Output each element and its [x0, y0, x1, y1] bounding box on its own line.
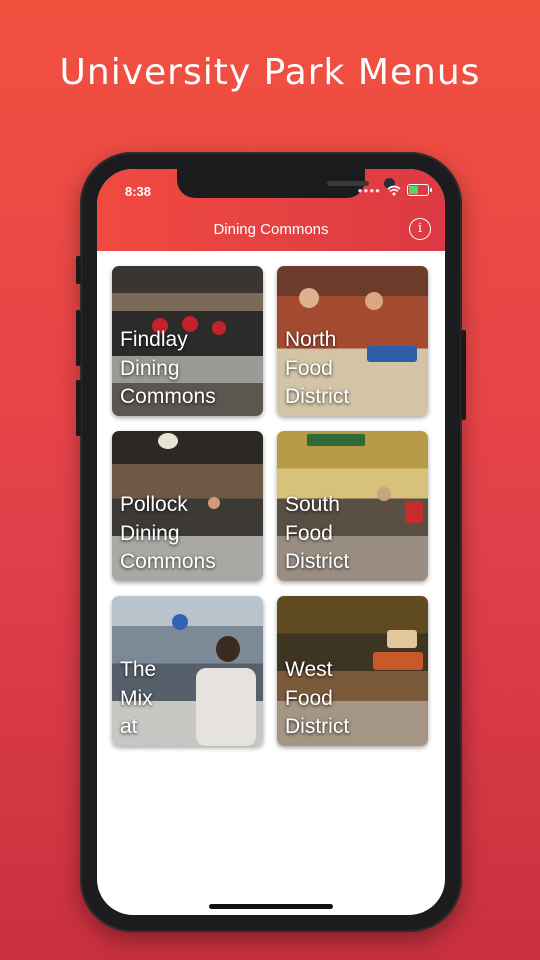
mute-switch — [76, 256, 81, 284]
navigation-bar: 8:38 ●●●● Dining Commons i — [97, 169, 445, 251]
wifi-icon — [387, 185, 401, 195]
app-screen: 8:38 ●●●● Dining Commons i Findlay Dinin… — [97, 169, 445, 915]
tile-south-food-district[interactable]: South Food District — [277, 431, 428, 581]
tile-findlay-dining-commons[interactable]: Findlay Dining Commons — [112, 266, 263, 416]
phone-frame: 8:38 ●●●● Dining Commons i Findlay Dinin… — [76, 152, 466, 932]
promo-headline: University Park Menus — [59, 52, 481, 93]
info-button[interactable]: i — [409, 218, 431, 240]
tile-west-food-district[interactable]: West Food District — [277, 596, 428, 746]
power-button — [461, 330, 466, 420]
home-indicator[interactable] — [209, 904, 333, 909]
nav-title: Dining Commons — [213, 221, 329, 238]
tile-pollock-dining-commons[interactable]: Pollock Dining Commons — [112, 431, 263, 581]
signal-icon: ●●●● — [357, 185, 381, 195]
dining-location-grid: Findlay Dining Commons North Food Distri… — [112, 266, 430, 746]
device-notch — [177, 169, 395, 198]
tile-label: Pollock Dining Commons — [120, 493, 216, 573]
volume-up-button — [76, 310, 81, 366]
tile-label: The Mix at Pollock — [120, 658, 188, 746]
tile-label: South Food District — [285, 493, 350, 573]
tile-label: West Food District — [285, 658, 350, 738]
status-icons: ●●●● — [357, 184, 432, 196]
battery-charging-icon — [407, 184, 432, 196]
status-time: 8:38 — [125, 184, 152, 199]
tile-north-food-district[interactable]: North Food District — [277, 266, 428, 416]
tile-label: North Food District — [285, 328, 350, 408]
volume-down-button — [76, 380, 81, 436]
tile-label: Findlay Dining Commons — [120, 328, 216, 408]
tile-the-mix-at-pollock[interactable]: The Mix at Pollock — [112, 596, 263, 746]
